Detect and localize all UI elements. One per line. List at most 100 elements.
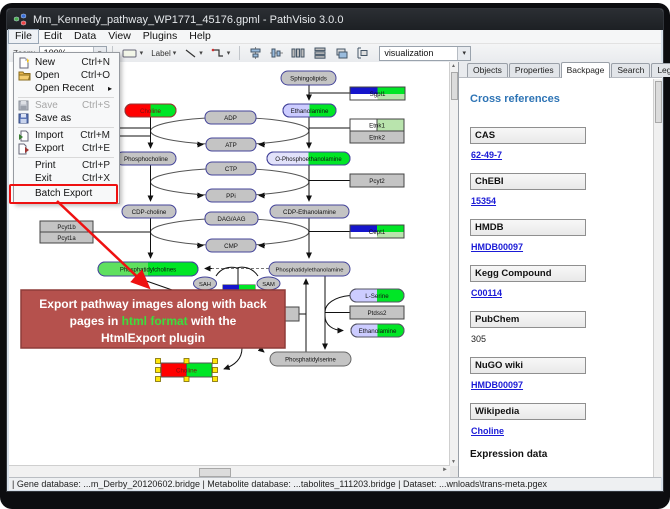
node-ptdss2[interactable]: Ptdss2 [350,306,404,319]
link-nugo[interactable]: HMDB00097 [471,380,647,390]
menu-item-save-as[interactable]: Save as [15,112,116,125]
line-tool[interactable]: ▾ [181,46,206,61]
menu-view[interactable]: View [102,30,137,43]
node-etnk1[interactable]: Etnk1 [350,119,404,131]
connector-tool[interactable]: ▾ [208,46,234,61]
node-pcyt1b[interactable]: Pcyt1b [40,221,93,232]
cross-references-heading: Cross references [470,93,647,105]
gene-datanode-tool[interactable]: ▾ [119,46,147,61]
reaction-ellipses [151,118,309,246]
blank-icon [18,83,32,94]
link-cas[interactable]: 62-49-7 [471,150,647,160]
svg-text:HtmlExport plugin: HtmlExport plugin [101,331,205,345]
node-ethanolamine-lower[interactable]: Ethanolamine [351,324,404,337]
visualization-dropdown-icon[interactable]: ▾ [457,47,470,60]
tab-properties[interactable]: Properties [509,63,560,77]
node-cmp[interactable]: CMP [206,239,256,252]
tab-legend[interactable]: Legend [651,63,670,77]
node-cdp-choline[interactable]: CDP-choline [122,205,176,218]
node-l-serine[interactable]: L-Serine [350,289,404,302]
svg-text:CDP-Ethanolamine: CDP-Ethanolamine [283,209,337,216]
node-dag-aag[interactable]: DAG/AAG [205,212,258,225]
scrollbar-corner [450,466,458,477]
section-header-nugo: NuGO wiki [470,357,586,374]
align-middle-button[interactable] [267,46,286,61]
order-icon [356,47,369,59]
canvas-vscroll-thumb[interactable] [451,72,458,100]
panel-scrollbar[interactable] [653,79,662,477]
order-button[interactable] [353,46,372,61]
node-cdp-ethanolamine[interactable]: CDP-Ethanolamine [270,205,349,218]
node-ctp[interactable]: CTP [206,162,256,175]
menu-item-print[interactable]: Print Ctrl+P [15,159,116,172]
node-adp[interactable]: ADP [205,111,256,124]
node-choline-top[interactable]: Choline [125,104,176,117]
menu-plugins[interactable]: Plugins [137,30,183,43]
distribute-vertical-button[interactable] [310,46,330,61]
node-o-phosphoethanolamine[interactable]: O-Phosphoethanolamine [267,152,350,165]
node-atp[interactable]: ATP [206,138,256,151]
node-phosphatidylcholines[interactable]: Phosphatidylcholines [98,262,198,276]
link-kegg[interactable]: C00114 [471,288,647,298]
svg-text:Ethanolamine: Ethanolamine [291,108,329,115]
backpage-content: Cross references CAS 62-49-7 ChEBI 15354… [459,79,647,477]
menu-file[interactable]: File [9,30,38,43]
node-cept1[interactable]: Cept1 [350,225,404,238]
menu-edit[interactable]: Edit [38,30,68,43]
svg-text:Phosphatidylethanolamine: Phosphatidylethanolamine [275,267,343,273]
visualization-combo[interactable]: visualization ▾ [379,46,471,61]
menu-item-import[interactable]: Import Ctrl+M [15,129,116,142]
label-tool[interactable]: Label ▾ [148,46,179,61]
node-phosphocholine[interactable]: Phosphocholine [116,152,176,165]
menu-item-open[interactable]: Open Ctrl+O [15,69,116,82]
menu-item-new[interactable]: New Ctrl+N [15,56,116,69]
node-ppi[interactable]: PPi [206,189,256,202]
node-pcyt1a[interactable]: Pcyt1a [40,232,93,243]
tab-objects[interactable]: Objects [467,63,508,77]
svg-text:Etnk2: Etnk2 [369,135,385,142]
tab-search[interactable]: Search [611,63,650,77]
node-ethanolamine-top[interactable]: Ethanolamine [283,104,336,117]
node-sgpl1[interactable]: Sgpl1 [350,87,405,100]
node-pcyt2[interactable]: Pcyt2 [350,174,404,187]
node-sphingolipids[interactable]: Sphingolipids [281,71,336,85]
node-phosphatidylserine[interactable]: Phosphatidylserine [270,352,351,366]
save-as-icon [18,113,32,124]
window-title: Mm_Kennedy_pathway_WP1771_45176.gpml - P… [33,14,343,26]
svg-text:Pcyt1a: Pcyt1a [57,236,76,242]
scroll-right-icon[interactable]: ► [442,467,448,473]
node-etnk2[interactable]: Etnk2 [350,131,404,143]
link-wikipedia[interactable]: Choline [471,426,647,436]
link-chebi[interactable]: 15354 [471,196,647,206]
align-center-button[interactable] [246,46,265,61]
svg-text:SAH: SAH [199,282,211,288]
svg-text:Choline: Choline [140,108,162,115]
stack-button[interactable] [332,46,351,61]
scroll-up-icon[interactable]: ▲ [451,63,456,69]
node-choline-selected[interactable]: Choline [156,359,218,382]
node-sam[interactable]: SAM [257,277,280,290]
svg-text:Pcyt2: Pcyt2 [369,178,385,185]
menu-help[interactable]: Help [183,30,217,43]
section-header-hmdb: HMDB [470,219,586,236]
visualization-value: visualization [384,48,433,58]
distribute-vertical-icon [313,47,327,59]
svg-text:PPi: PPi [226,193,236,200]
node-phosphatidylethanolamine[interactable]: Phosphatidylethanolamine [269,262,350,276]
scroll-down-icon[interactable]: ▼ [451,459,456,465]
menu-data[interactable]: Data [68,30,102,43]
menu-item-open-recent[interactable]: Open Recent ▸ [15,82,116,95]
submenu-arrow-icon: ▸ [108,84,116,93]
menu-item-export[interactable]: Export Ctrl+E [15,142,116,155]
canvas-hscroll-thumb[interactable] [199,468,231,477]
title-bar: Mm_Kennedy_pathway_WP1771_45176.gpml - P… [7,9,663,30]
panel-scroll-thumb[interactable] [655,81,662,123]
canvas-vertical-scrollbar[interactable]: ▲ ▼ [449,62,458,466]
node-sah[interactable]: SAH [194,277,217,290]
side-panel-tabs: Objects Properties Backpage Search Legen… [459,62,662,78]
align-middle-icon [270,47,283,59]
link-hmdb[interactable]: HMDB00097 [471,242,647,252]
canvas-horizontal-scrollbar[interactable]: ► [9,465,450,477]
distribute-horizontal-button[interactable] [288,46,308,61]
tab-backpage[interactable]: Backpage [561,62,611,78]
